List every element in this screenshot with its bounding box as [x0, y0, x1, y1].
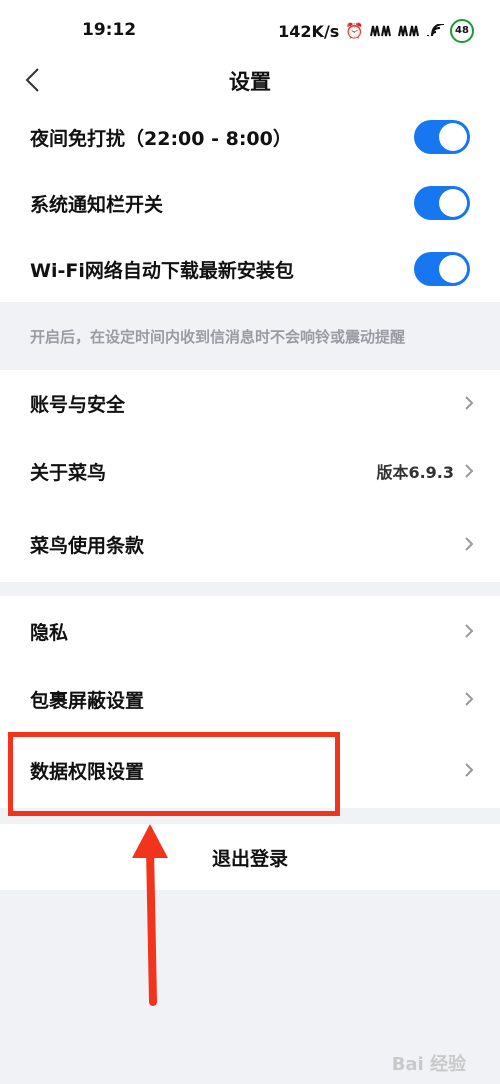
annotation-arrow [132, 824, 168, 1006]
watermark: Bai 经验 [391, 1054, 466, 1075]
